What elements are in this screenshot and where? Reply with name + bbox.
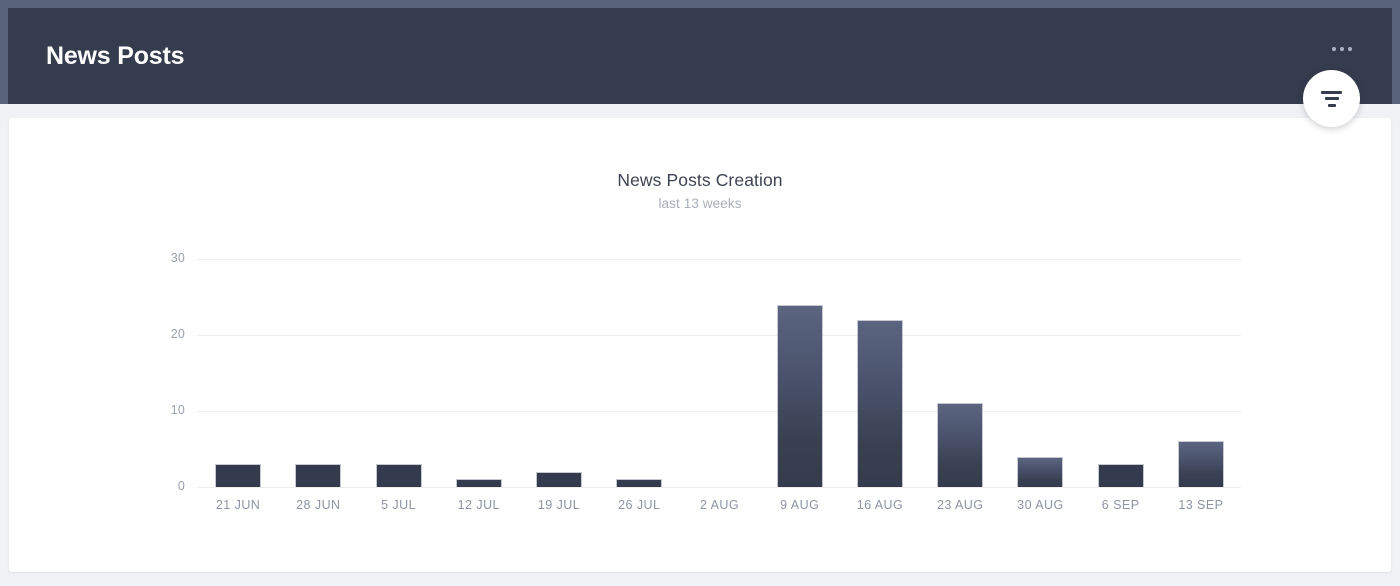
bar[interactable]	[776, 304, 823, 487]
bar-chart-plot: 0 10 20 30 21 JUN 28 JUN 5 JUL 12 JUL 19 JUL 26 …	[9, 118, 1391, 572]
kebab-horizontal-icon	[1348, 47, 1352, 51]
bar[interactable]	[215, 464, 262, 487]
kebab-horizontal-icon	[1340, 47, 1344, 51]
header-actions	[1322, 46, 1362, 66]
x-axis-tick-label: 13 SEP	[1178, 498, 1224, 512]
kebab-horizontal-icon	[1332, 47, 1336, 51]
y-axis-tick-label: 20	[170, 327, 185, 341]
app-header-bar: News Posts	[8, 8, 1392, 104]
page-title: News Posts	[46, 41, 185, 70]
filter-icon	[1321, 90, 1342, 107]
filter-fab-button[interactable]	[1303, 70, 1360, 127]
bar[interactable]	[937, 403, 984, 487]
bar[interactable]	[536, 471, 583, 487]
y-axis-tick-label: 30	[170, 251, 185, 265]
chart-card: News Posts Creation last 13 weeks 0 10 20 3…	[9, 118, 1391, 572]
bar[interactable]	[1177, 441, 1224, 487]
y-axis-tick-label: 10	[170, 403, 185, 417]
overflow-menu-button[interactable]	[1322, 32, 1362, 66]
app-root: News Posts News Posts Creation last 13 w…	[0, 0, 1400, 586]
y-axis-tick-label: 0	[177, 479, 185, 493]
bar[interactable]	[1017, 456, 1064, 487]
bar[interactable]	[1097, 464, 1144, 487]
bar[interactable]	[455, 479, 502, 487]
bar[interactable]	[375, 464, 422, 487]
bar[interactable]	[616, 479, 663, 487]
bar[interactable]	[856, 319, 903, 487]
bar[interactable]	[295, 464, 342, 487]
